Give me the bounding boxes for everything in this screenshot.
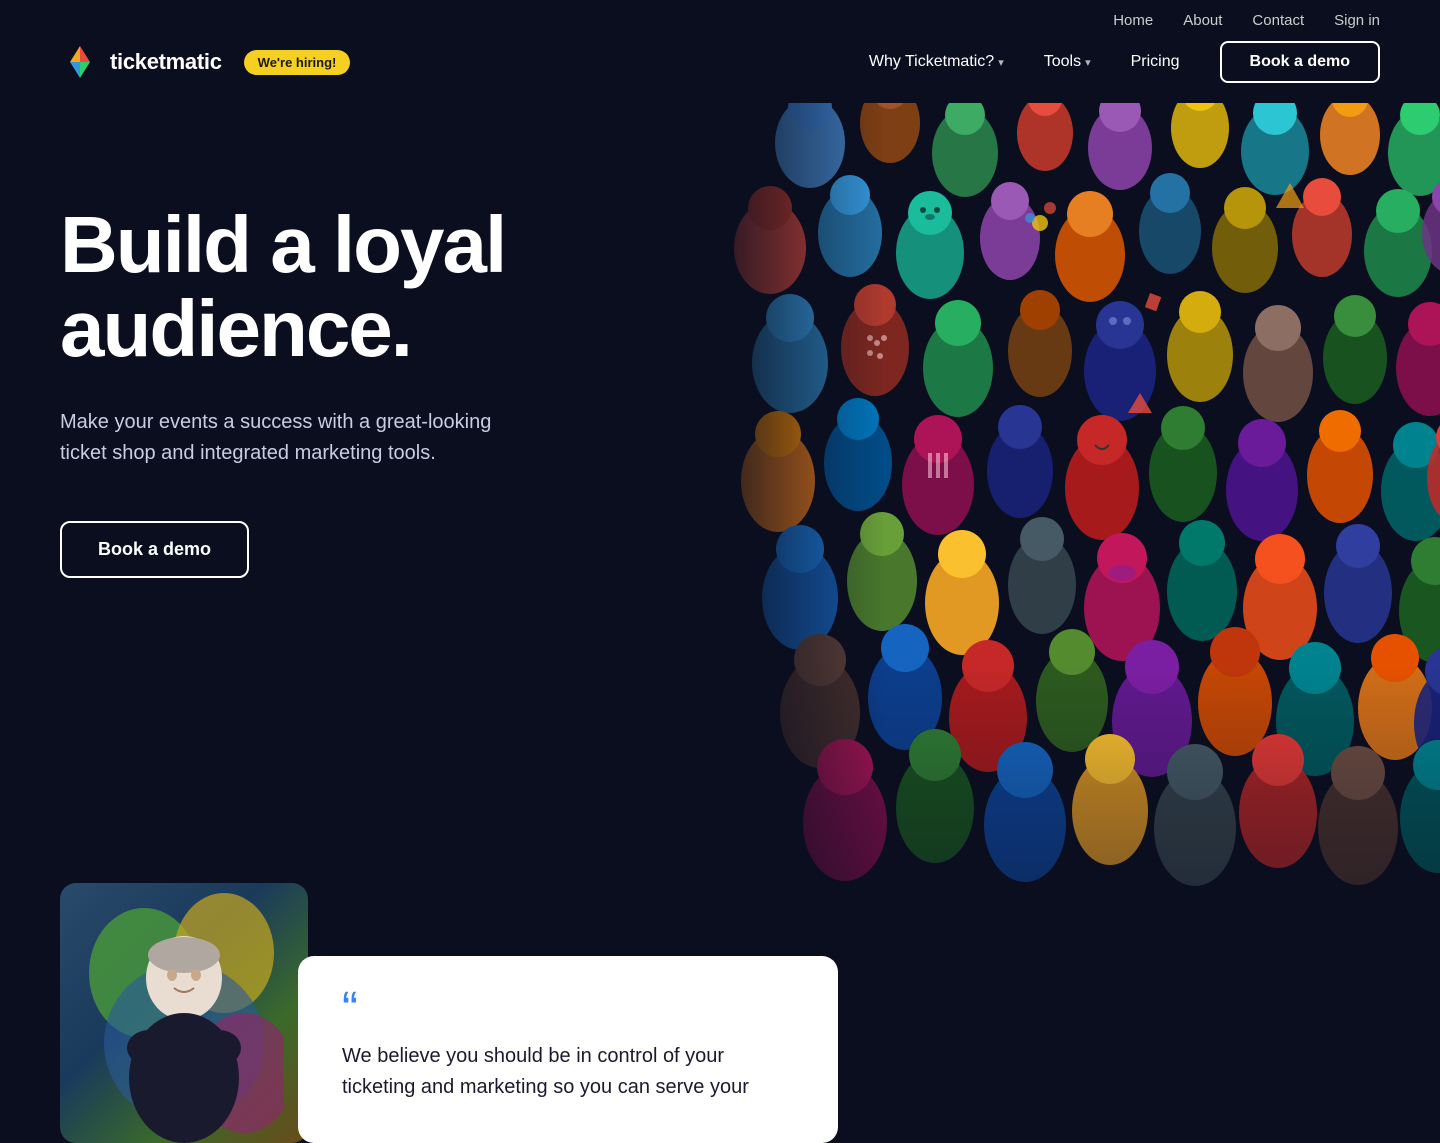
nav-tools[interactable]: Tools ▾: [1044, 53, 1091, 71]
logo-icon: [60, 42, 100, 82]
testimonial-section: “ We believe you should be in control of…: [0, 883, 1440, 1143]
book-demo-hero-button[interactable]: Book a demo: [60, 521, 249, 578]
top-bar: Home About Contact Sign in: [0, 0, 1440, 41]
hero-illustration: [690, 103, 1440, 903]
nav-pricing[interactable]: Pricing: [1131, 53, 1180, 71]
logo-text: ticketmatic: [110, 49, 222, 75]
top-nav-about[interactable]: About: [1183, 12, 1222, 29]
hero-section: Build a loyal audience. Make your events…: [0, 103, 1440, 903]
person-silhouette: [84, 893, 284, 1143]
testimonial-text: We believe you should be in control of y…: [342, 1041, 794, 1103]
main-nav: ticketmatic We're hiring! Why Ticketmati…: [0, 41, 1440, 103]
hero-content: Build a loyal audience. Make your events…: [60, 143, 640, 578]
nav-why-ticketmatic[interactable]: Why Ticketmatic? ▾: [869, 53, 1004, 71]
nav-links: Why Ticketmatic? ▾ Tools ▾ Pricing: [869, 53, 1180, 71]
chevron-down-icon: ▾: [998, 56, 1004, 69]
top-nav-contact[interactable]: Contact: [1252, 12, 1304, 29]
person-photo: [60, 883, 308, 1143]
chevron-down-icon: ▾: [1085, 56, 1091, 69]
top-nav-signin[interactable]: Sign in: [1334, 12, 1380, 29]
logo-area: ticketmatic We're hiring!: [60, 42, 350, 82]
hero-title: Build a loyal audience.: [60, 203, 640, 371]
top-nav-home[interactable]: Home: [1113, 12, 1153, 29]
quote-mark: “: [342, 996, 794, 1025]
hiring-badge[interactable]: We're hiring!: [244, 50, 351, 75]
testimonial-card: “ We believe you should be in control of…: [298, 956, 838, 1143]
crowd-svg: [690, 103, 1440, 903]
book-demo-nav-button[interactable]: Book a demo: [1220, 41, 1380, 83]
hero-subtitle: Make your events a success with a great-…: [60, 407, 540, 469]
